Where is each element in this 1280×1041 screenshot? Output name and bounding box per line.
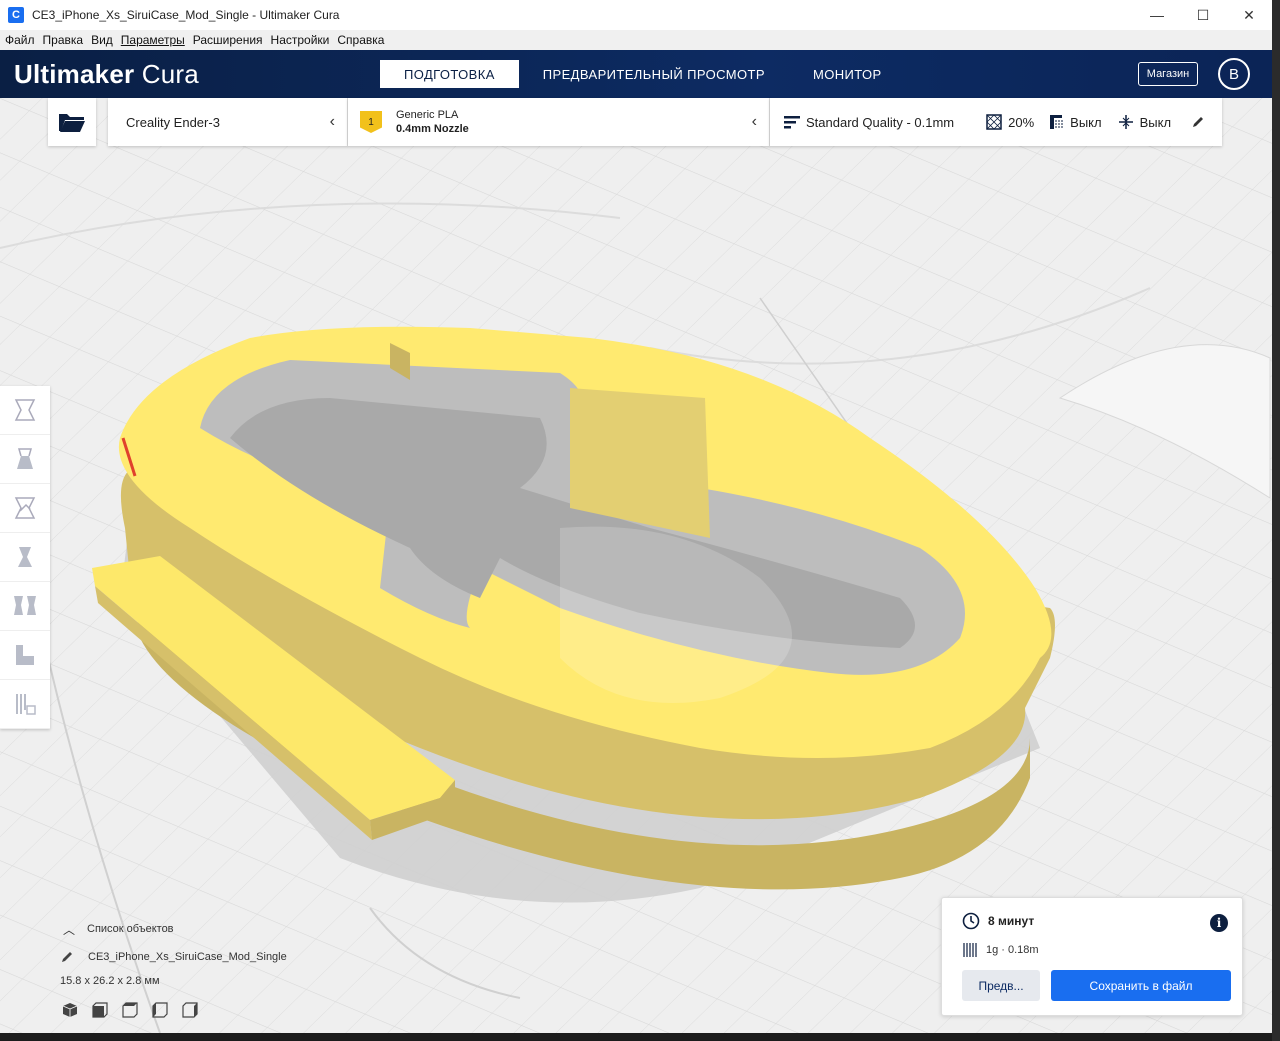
window-title: CE3_iPhone_Xs_SiruiCase_Mod_Single - Ult…: [32, 8, 340, 22]
move-icon: [14, 399, 36, 421]
menu-extensions[interactable]: Расширения: [190, 33, 266, 47]
adhesion-value: Выкл: [1139, 114, 1172, 130]
right-view-icon: [182, 1002, 198, 1018]
object-name: CE3_iPhone_Xs_SiruiCase_Mod_Single: [88, 951, 287, 963]
multiply-icon: [16, 694, 36, 715]
printer-selector[interactable]: Creality Ender-3 ‹: [108, 98, 348, 146]
filament-icon: [963, 943, 977, 957]
object-list-toggle[interactable]: ︿ Список объектов: [60, 915, 287, 943]
menu-bar: Файл Правка Вид Параметры Расширения Нас…: [0, 30, 1272, 50]
support-icon: [1050, 115, 1063, 129]
menu-view[interactable]: Вид: [88, 33, 116, 47]
view-3d-button[interactable]: [62, 1000, 92, 1020]
account-avatar[interactable]: B: [1218, 58, 1250, 90]
tool-rotate[interactable]: [0, 484, 50, 533]
support-value: Выкл: [1070, 114, 1102, 130]
printer-name: Creality Ender-3: [126, 114, 220, 130]
open-file-button[interactable]: [48, 98, 96, 146]
desktop-edge: [1272, 0, 1280, 1041]
info-icon[interactable]: i: [1210, 914, 1228, 932]
infill-value: 20%: [1008, 114, 1035, 130]
tab-prepare[interactable]: ПОДГОТОВКА: [380, 60, 519, 88]
pencil-icon: [62, 952, 72, 962]
object-list: ︿ Список объектов CE3_iPhone_Xs_SiruiCas…: [60, 915, 287, 991]
menu-file[interactable]: Файл: [2, 33, 38, 47]
stage-tabs: ПОДГОТОВКА ПРЕДВАРИТЕЛЬНЫЙ ПРОСМОТР МОНИ…: [380, 60, 906, 88]
tool-per-model-settings[interactable]: [0, 582, 50, 631]
rotate-icon: [14, 497, 36, 519]
material-usage: 1g · 0.18m: [962, 942, 1039, 958]
front-view-icon: [92, 1002, 108, 1018]
3d-view-icon: [62, 1003, 78, 1017]
title-bar: C CE3_iPhone_Xs_SiruiCase_Mod_Single - U…: [0, 0, 1272, 30]
mirror-icon: [18, 547, 32, 567]
tool-support-blocker[interactable]: [0, 631, 50, 680]
edit-pencil-icon[interactable]: [1191, 115, 1205, 129]
minimize-button[interactable]: —: [1134, 0, 1180, 30]
menu-edit[interactable]: Правка: [40, 33, 87, 47]
object-name-row[interactable]: CE3_iPhone_Xs_SiruiCase_Mod_Single: [60, 943, 287, 971]
menu-help[interactable]: Справка: [334, 33, 387, 47]
print-time-value: 8 минут: [988, 914, 1035, 928]
app-header: Ultimaker Cura ПОДГОТОВКА ПРЕДВАРИТЕЛЬНЫ…: [0, 50, 1272, 98]
infill-icon: [986, 114, 1002, 130]
view-front-button[interactable]: [92, 1000, 122, 1020]
marketplace-button[interactable]: Магазин: [1138, 62, 1198, 86]
material-info: Generic PLA 0.4mm Nozzle: [396, 108, 469, 136]
3d-viewport[interactable]: [0, 98, 1272, 1033]
chevron-left-icon: ‹: [751, 113, 757, 130]
quality-icon: [784, 116, 800, 129]
build-plate-scene[interactable]: [0, 98, 1272, 1033]
support-blocker-icon: [16, 645, 34, 665]
support-setting: Выкл: [1048, 114, 1102, 130]
view-right-button[interactable]: [182, 1000, 212, 1020]
folder-open-icon: [59, 114, 85, 132]
close-button[interactable]: ✕: [1226, 0, 1272, 30]
clock-icon: [962, 912, 980, 930]
quality-profile: Standard Quality - 0.1mm: [784, 114, 954, 130]
per-model-settings-icon: [14, 596, 36, 615]
adhesion-setting: Выкл: [1118, 114, 1171, 130]
cura-app-icon: C: [8, 7, 24, 23]
save-to-file-button[interactable]: Сохранить в файл: [1051, 970, 1231, 1001]
material-selector[interactable]: 1 Generic PLA 0.4mm Nozzle ‹: [348, 98, 770, 146]
infill-setting: 20%: [986, 114, 1034, 130]
print-time: 8 минут: [962, 912, 1034, 930]
scale-icon: [17, 448, 33, 469]
preview-button[interactable]: Предв...: [962, 970, 1040, 1001]
ultimaker-cura-logo: Ultimaker Cura: [14, 59, 199, 89]
tab-monitor[interactable]: МОНИТОР: [789, 60, 906, 88]
menu-preferences[interactable]: Настройки: [268, 33, 333, 47]
view-top-button[interactable]: [122, 1000, 152, 1020]
maximize-button[interactable]: ☐: [1180, 0, 1226, 30]
print-settings-selector[interactable]: Standard Quality - 0.1mm 20% Выкл Выкл: [770, 98, 1222, 146]
chevron-up-icon: ︿: [63, 922, 76, 937]
material-name: Generic PLA: [396, 109, 459, 121]
top-view-icon: [122, 1002, 138, 1018]
nozzle-size: 0.4mm Nozzle: [396, 123, 469, 135]
menu-parameters[interactable]: Параметры: [118, 33, 188, 47]
chevron-left-icon: ‹: [329, 113, 335, 130]
window-controls: — ☐ ✕: [1134, 0, 1272, 30]
taskbar-edge: [0, 1033, 1272, 1041]
tool-multiply[interactable]: [0, 680, 50, 729]
material-usage-value: 1g · 0.18m: [986, 944, 1039, 956]
tool-mirror[interactable]: [0, 533, 50, 582]
view-left-button[interactable]: [152, 1000, 182, 1020]
extruder-badge-icon: 1: [360, 111, 382, 133]
view-orientation-buttons: [62, 1000, 212, 1020]
object-dimensions: 15.8 x 26.2 x 2.8 мм: [60, 975, 160, 987]
tab-preview[interactable]: ПРЕДВАРИТЕЛЬНЫЙ ПРОСМОТР: [519, 60, 789, 88]
tool-panel: [0, 386, 50, 729]
adhesion-icon: [1118, 115, 1133, 129]
object-list-title: Список объектов: [87, 923, 174, 935]
quality-profile-label: Standard Quality - 0.1mm: [806, 114, 955, 130]
left-view-icon: [152, 1002, 168, 1018]
tool-move[interactable]: [0, 386, 50, 435]
tool-scale[interactable]: [0, 435, 50, 484]
print-estimate-panel: 8 минут i 1g · 0.18m Предв... Сохранить …: [941, 897, 1243, 1016]
